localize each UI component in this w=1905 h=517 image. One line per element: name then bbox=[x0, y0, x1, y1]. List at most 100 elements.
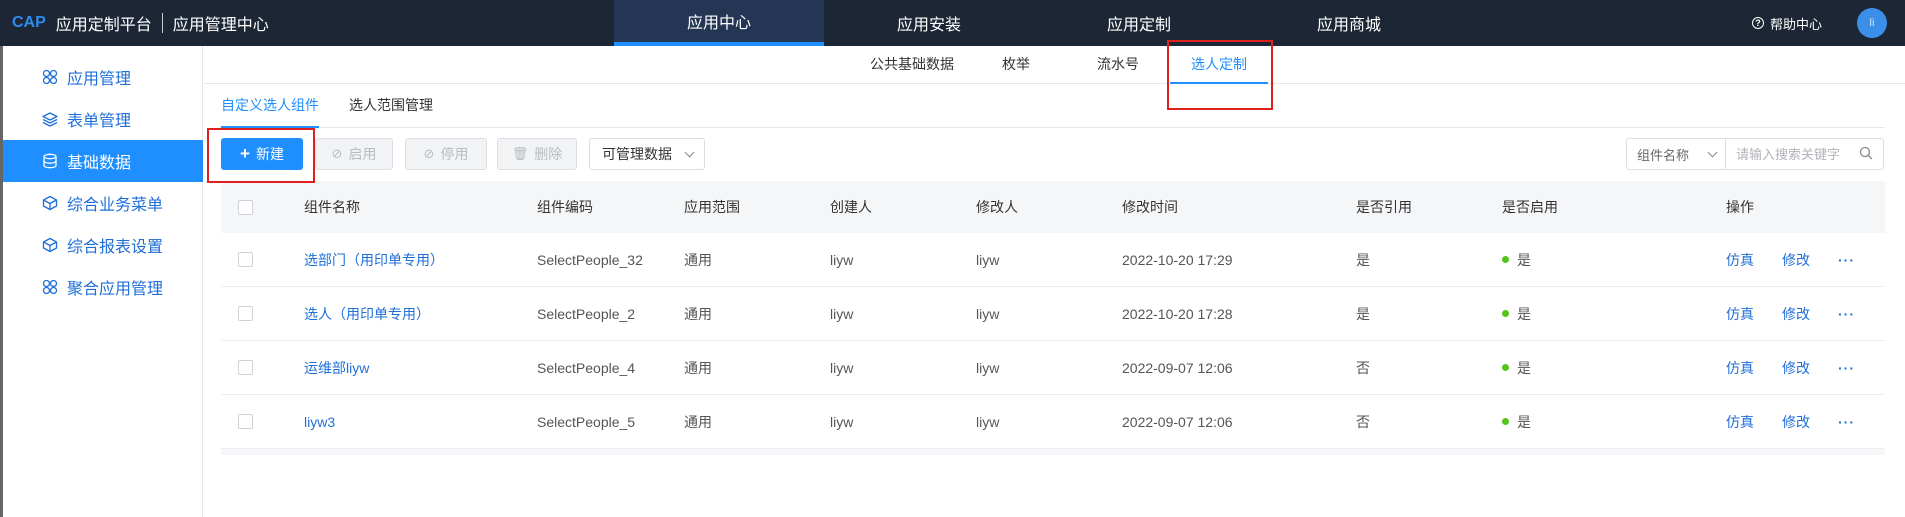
status-text: 是 bbox=[1517, 251, 1531, 268]
enabled-dot-icon bbox=[1502, 418, 1509, 425]
status-text: 是 bbox=[1517, 305, 1531, 322]
sidebar-item-app-management[interactable]: 应用管理 bbox=[3, 56, 203, 98]
col-header-actions: 操作 bbox=[1726, 199, 1754, 215]
delete-button[interactable]: 🗑 删除 bbox=[497, 138, 577, 170]
search-icon[interactable] bbox=[1859, 146, 1875, 162]
sidebar-item-basic-data[interactable]: 基础数据 bbox=[3, 140, 203, 182]
subnav-select-people[interactable]: 选人定制 bbox=[1170, 46, 1268, 84]
row-checkbox[interactable] bbox=[238, 341, 253, 394]
component-referenced: 否 bbox=[1356, 359, 1370, 376]
enable-button[interactable]: ⊘ 启用 bbox=[315, 138, 393, 170]
tab-scope-management[interactable]: 选人范围管理 bbox=[349, 90, 433, 128]
search-field-select[interactable]: 组件名称 bbox=[1627, 139, 1726, 169]
status-badge: 是 bbox=[1502, 233, 1531, 286]
top-bar: CAP 应用定制平台 应用管理中心 应用中心 应用安装 应用定制 应用商城 ? … bbox=[0, 0, 1905, 46]
row-checkbox[interactable] bbox=[238, 287, 253, 340]
manage-data-value: 可管理数据 bbox=[602, 146, 672, 162]
table-row: 选人（用印单专用） SelectPeople_2 通用 liyw liyw 20… bbox=[221, 287, 1885, 341]
sidebar-item-business-menu[interactable]: 综合业务菜单 bbox=[3, 182, 203, 224]
component-name-link[interactable]: 选部门（用印单专用） bbox=[304, 233, 444, 286]
component-code: SelectPeople_5 bbox=[537, 413, 636, 430]
status-badge: 是 bbox=[1502, 395, 1531, 448]
edit-link[interactable]: 修改 bbox=[1782, 395, 1810, 448]
component-modifier: liyw bbox=[976, 305, 1000, 322]
status-badge: 是 bbox=[1502, 287, 1531, 340]
edit-link[interactable]: 修改 bbox=[1782, 233, 1810, 286]
component-referenced: 是 bbox=[1356, 251, 1370, 268]
component-code: SelectPeople_2 bbox=[537, 305, 636, 322]
sidebar-item-label: 表单管理 bbox=[67, 113, 132, 130]
search-input[interactable] bbox=[1726, 139, 1856, 169]
component-creator: liyw bbox=[830, 251, 854, 268]
component-modified-time: 2022-09-07 12:06 bbox=[1122, 359, 1233, 376]
new-button-label: 新建 bbox=[255, 146, 284, 162]
new-button[interactable]: + 新建 bbox=[221, 138, 303, 170]
brand-logo: CAP bbox=[12, 14, 46, 31]
plus-icon: + bbox=[240, 144, 250, 163]
delete-button-label: 删除 bbox=[534, 146, 563, 162]
enable-button-label: 启用 bbox=[348, 146, 377, 162]
sidebar-item-form-management[interactable]: 表单管理 bbox=[3, 98, 203, 140]
tab-custom-selector[interactable]: 自定义选人组件 bbox=[221, 90, 319, 128]
trash-icon: 🗑 bbox=[511, 146, 529, 161]
disable-button[interactable]: ⊘ 停用 bbox=[405, 138, 487, 170]
subnav-enum[interactable]: 枚举 bbox=[996, 46, 1036, 84]
database-icon bbox=[41, 152, 59, 170]
check-circle-icon: ⊘ bbox=[331, 146, 343, 161]
nav-app-store[interactable]: 应用商城 bbox=[1244, 0, 1454, 46]
simulate-link[interactable]: 仿真 bbox=[1726, 287, 1754, 340]
simulate-link[interactable]: 仿真 bbox=[1726, 233, 1754, 286]
enabled-dot-icon bbox=[1502, 364, 1509, 371]
simulate-link[interactable]: 仿真 bbox=[1726, 341, 1754, 394]
brand-divider bbox=[161, 13, 163, 33]
top-nav: 应用中心 应用安装 应用定制 应用商城 bbox=[614, 0, 1454, 46]
nav-app-center[interactable]: 应用中心 bbox=[614, 0, 824, 46]
component-creator: liyw bbox=[830, 413, 854, 430]
avatar[interactable]: li bbox=[1857, 8, 1887, 38]
col-header-enabled: 是否启用 bbox=[1502, 199, 1558, 215]
table-footer-strip bbox=[221, 449, 1885, 455]
sidebar-item-aggregate-apps[interactable]: 聚合应用管理 bbox=[3, 266, 203, 308]
component-referenced: 是 bbox=[1356, 305, 1370, 322]
nav-app-custom[interactable]: 应用定制 bbox=[1034, 0, 1244, 46]
component-referenced: 否 bbox=[1356, 413, 1370, 430]
more-actions-icon[interactable]: ··· bbox=[1838, 395, 1855, 448]
sidebar: 应用管理 表单管理 基础数据 综合业务菜单 综合报表设置 聚合应用管理 bbox=[3, 46, 203, 517]
col-header-modified-time: 修改时间 bbox=[1122, 199, 1178, 215]
component-modified-time: 2022-10-20 17:28 bbox=[1122, 305, 1233, 322]
subnav-serial-number[interactable]: 流水号 bbox=[1090, 46, 1146, 84]
help-center-link[interactable]: ? 帮助中心 bbox=[1752, 0, 1822, 46]
col-header-name: 组件名称 bbox=[304, 199, 360, 215]
tab-bar: 自定义选人组件 选人范围管理 bbox=[220, 90, 1885, 128]
manage-data-select[interactable]: 可管理数据 bbox=[589, 138, 705, 170]
help-label: 帮助中心 bbox=[1770, 16, 1823, 32]
apps-icon bbox=[41, 278, 59, 296]
sidebar-item-report-settings[interactable]: 综合报表设置 bbox=[3, 224, 203, 266]
component-scope: 通用 bbox=[684, 413, 712, 430]
component-scope: 通用 bbox=[684, 359, 712, 376]
edit-link[interactable]: 修改 bbox=[1782, 287, 1810, 340]
more-actions-icon[interactable]: ··· bbox=[1838, 287, 1855, 340]
sidebar-item-label: 基础数据 bbox=[67, 155, 132, 172]
search-group: 组件名称 bbox=[1626, 138, 1884, 170]
select-all-checkbox[interactable] bbox=[238, 181, 253, 233]
subnav-public-data[interactable]: 公共基础数据 bbox=[862, 46, 962, 84]
col-header-scope: 应用范围 bbox=[684, 199, 740, 215]
component-name-link[interactable]: 选人（用印单专用） bbox=[304, 287, 430, 340]
more-actions-icon[interactable]: ··· bbox=[1838, 233, 1855, 286]
nav-app-install[interactable]: 应用安装 bbox=[824, 0, 1034, 46]
more-actions-icon[interactable]: ··· bbox=[1838, 341, 1855, 394]
component-name-link[interactable]: liyw3 bbox=[304, 395, 335, 448]
component-table: 组件名称 组件编码 应用范围 创建人 修改人 修改时间 是否引用 是否启用 操作… bbox=[221, 181, 1885, 455]
simulate-link[interactable]: 仿真 bbox=[1726, 395, 1754, 448]
row-checkbox[interactable] bbox=[238, 395, 253, 448]
status-badge: 是 bbox=[1502, 341, 1531, 394]
col-header-creator: 创建人 bbox=[830, 199, 872, 215]
component-name-link[interactable]: 运维部liyw bbox=[304, 341, 369, 394]
status-text: 是 bbox=[1517, 359, 1531, 376]
col-header-referenced: 是否引用 bbox=[1356, 199, 1412, 215]
ban-icon: ⊘ bbox=[423, 146, 435, 161]
edit-link[interactable]: 修改 bbox=[1782, 341, 1810, 394]
col-header-modifier: 修改人 bbox=[976, 199, 1018, 215]
row-checkbox[interactable] bbox=[238, 233, 253, 286]
